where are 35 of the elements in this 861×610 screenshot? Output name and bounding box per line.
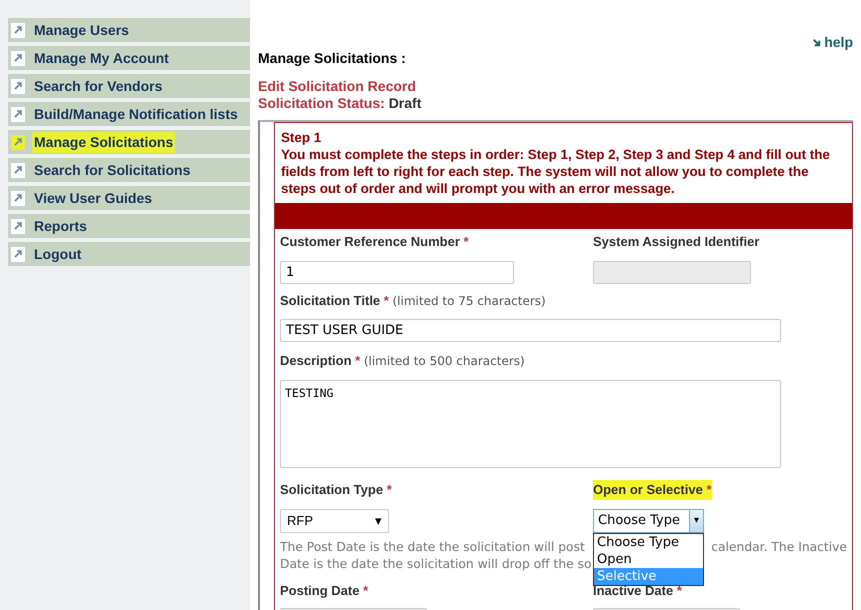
field-label: System Assigned Identifier <box>593 233 760 251</box>
sidebar-item[interactable]: Search for Vendors <box>8 74 250 98</box>
hint-text: Date is the date the solicitation will drop off the so <box>280 556 592 570</box>
hint-text: The Post Date is the date the solicitation will post <box>280 538 585 556</box>
field-label: Posting Date * <box>280 582 368 600</box>
dropdown-option[interactable]: Choose Type <box>594 534 703 550</box>
field-label: Description * (limited to 500 characters) <box>280 352 525 370</box>
input-field[interactable]: TEST USER GUIDE <box>280 319 781 342</box>
caret-icon: ▾ <box>375 510 382 530</box>
input-field[interactable]: 1 <box>280 260 514 284</box>
step-instructions: You must complete the steps in order: Step 1, Step 2, Step 3 and Step 4 and fill out the fields from left to right for each step. The system will not allow you to complete the steps out of order and will prompt you with an error message. <box>281 146 831 197</box>
status-text: Solicitation Status: Draft <box>258 95 422 112</box>
dropdown-option[interactable]: Open <box>594 550 703 568</box>
sidebar-item[interactable]: Build/Manage Notification lists <box>8 102 250 126</box>
text-area[interactable]: TESTING <box>280 380 781 468</box>
page-title: Manage Solicitations : <box>258 49 407 68</box>
hint-text: calendar. The Inactive <box>711 538 847 556</box>
arrow-icon <box>812 38 822 47</box>
field-label: Inactive Date * <box>593 582 682 600</box>
subtitle: Edit Solicitation Record <box>258 78 417 95</box>
help-link[interactable]: help <box>812 32 853 53</box>
field-label: Solicitation Title * (limited to 75 characters) <box>280 292 546 310</box>
sidebar-item[interactable]: Manage Solicitations <box>8 130 250 154</box>
sidebar-item[interactable]: Reports <box>8 214 250 238</box>
dropdown-button[interactable]: ▾ <box>689 510 703 532</box>
step-title: Step 1 <box>281 129 322 146</box>
sidebar-item[interactable]: Manage My Account <box>8 46 250 70</box>
field-label: Solicitation Type * <box>280 481 392 499</box>
field-label: Customer Reference Number * <box>280 233 469 251</box>
sidebar-item[interactable]: Search for Solicitations <box>8 158 250 182</box>
sidebar-item[interactable]: Logout <box>8 242 250 266</box>
field-label: Open or Selective * <box>593 480 712 500</box>
sidebar-item[interactable]: Manage Users <box>8 18 250 42</box>
select-field[interactable]: RFP ▾ <box>280 508 389 532</box>
sidebar-item[interactable]: View User Guides <box>8 186 250 210</box>
